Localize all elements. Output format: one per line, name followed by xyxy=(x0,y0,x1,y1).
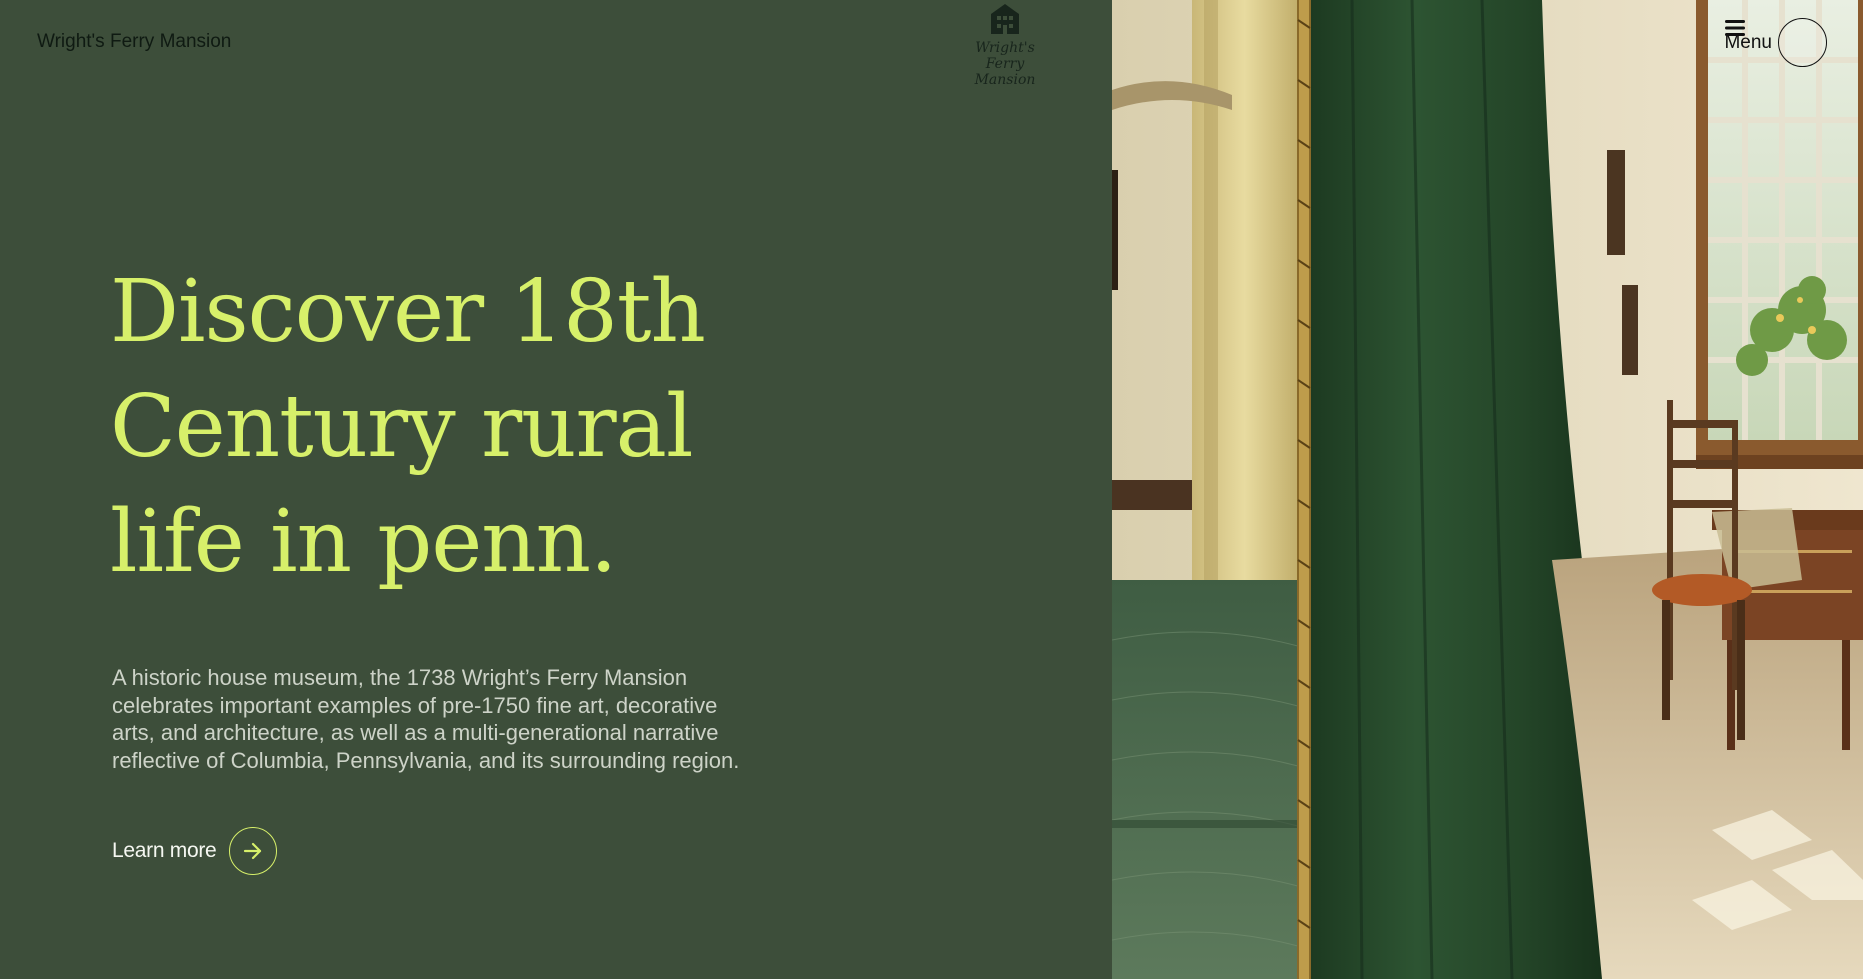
hamburger-icon xyxy=(1725,18,1827,67)
learn-more-button[interactable]: Learn more xyxy=(112,827,278,875)
site-logo[interactable]: Wright's Ferry Mansion xyxy=(955,2,1055,88)
learn-more-label: Learn more xyxy=(112,839,217,862)
hero-photo: Menu xyxy=(1112,0,1863,979)
hero-description: A historic house museum, the 1738 Wright… xyxy=(112,665,740,773)
menu-button[interactable]: Menu xyxy=(1724,18,1827,67)
site-name-link[interactable]: Wright's Ferry Mansion xyxy=(37,31,231,53)
page: Wright's Ferry Mansion Wright's Ferry Ma… xyxy=(0,0,1863,979)
arrow-right-icon xyxy=(229,827,278,875)
logo-wordmark: Wright's Ferry Mansion xyxy=(955,40,1055,88)
house-icon xyxy=(991,4,1019,34)
hero-panel: Wright's Ferry Mansion Wright's Ferry Ma… xyxy=(0,0,1112,979)
logo-line-2: Mansion xyxy=(974,72,1036,88)
hero-title: Discover 18th Century rural life in penn… xyxy=(110,262,706,592)
logo-line-1: Wright's Ferry xyxy=(975,40,1035,72)
